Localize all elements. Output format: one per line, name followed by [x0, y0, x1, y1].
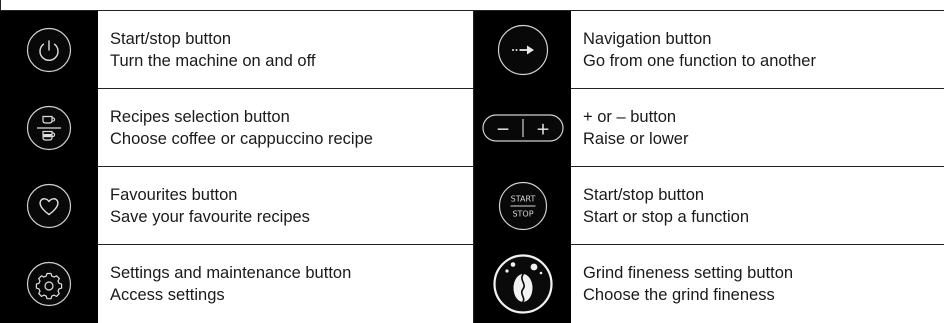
gear-icon — [26, 261, 72, 307]
legend-text: Favourites button Save your favourite re… — [98, 166, 474, 245]
button-title: Settings and maintenance button — [110, 263, 352, 282]
legend-text: Settings and maintenance button Access s… — [98, 244, 474, 323]
arrow-right-icon — [490, 24, 556, 76]
top-border — [0, 0, 944, 10]
icon-cell — [0, 166, 98, 245]
legend-text: Navigation button Go from one function t… — [571, 11, 944, 89]
button-title: + or – button — [583, 107, 677, 126]
icon-cell — [0, 10, 98, 89]
icon-cell: START STOP — [473, 166, 571, 245]
legend-text: Grind fineness setting button Choose the… — [571, 244, 944, 323]
icon-cell — [473, 10, 571, 89]
button-description: Raise or lower — [583, 129, 689, 148]
heart-icon — [26, 183, 72, 229]
stop-label: STOP — [512, 209, 533, 218]
cup-recipes-icon — [26, 105, 72, 151]
button-title: Favourites button — [110, 185, 238, 204]
icon-cell — [473, 244, 571, 323]
button-description: Access settings — [110, 285, 225, 304]
start-label: START — [510, 194, 535, 203]
plus-minus-icon: − + — [481, 110, 565, 146]
button-title: Navigation button — [583, 29, 712, 48]
button-title: Start/stop button — [110, 29, 232, 48]
button-description: Save your favourite recipes — [110, 207, 310, 226]
button-title: Recipes selection button — [110, 107, 290, 126]
start-stop-icon: START STOP — [498, 181, 548, 231]
button-description: Choose the grind fineness — [583, 285, 775, 304]
button-title: Start/stop button — [583, 185, 705, 204]
button-description: Turn the machine on and off — [110, 51, 316, 70]
power-icon — [26, 27, 72, 73]
table-row: Recipes selection button Choose coffee o… — [0, 88, 944, 167]
table-row: Settings and maintenance button Access s… — [0, 244, 944, 323]
legend-text: Recipes selection button Choose coffee o… — [98, 88, 474, 167]
icon-cell — [0, 244, 98, 323]
table-row: Favourites button Save your favourite re… — [0, 166, 944, 245]
minus-label: − — [495, 119, 509, 139]
button-description: Start or stop a function — [583, 207, 750, 226]
legend-text: + or – button Raise or lower — [571, 88, 944, 167]
plus-label: + — [535, 119, 549, 139]
button-legend-table: Start/stop button Turn the machine on an… — [0, 10, 944, 323]
button-title: Grind fineness setting button — [583, 263, 794, 282]
button-description: Go from one function to another — [583, 51, 816, 70]
icon-cell: − + — [473, 88, 571, 167]
icon-cell — [0, 88, 98, 167]
legend-text: Start/stop button Start or stop a functi… — [571, 166, 944, 245]
coffee-bean-icon — [492, 254, 553, 314]
button-description: Choose coffee or cappuccino recipe — [110, 129, 373, 148]
table-row: Start/stop button Turn the machine on an… — [0, 10, 944, 89]
legend-text: Start/stop button Turn the machine on an… — [98, 10, 474, 89]
